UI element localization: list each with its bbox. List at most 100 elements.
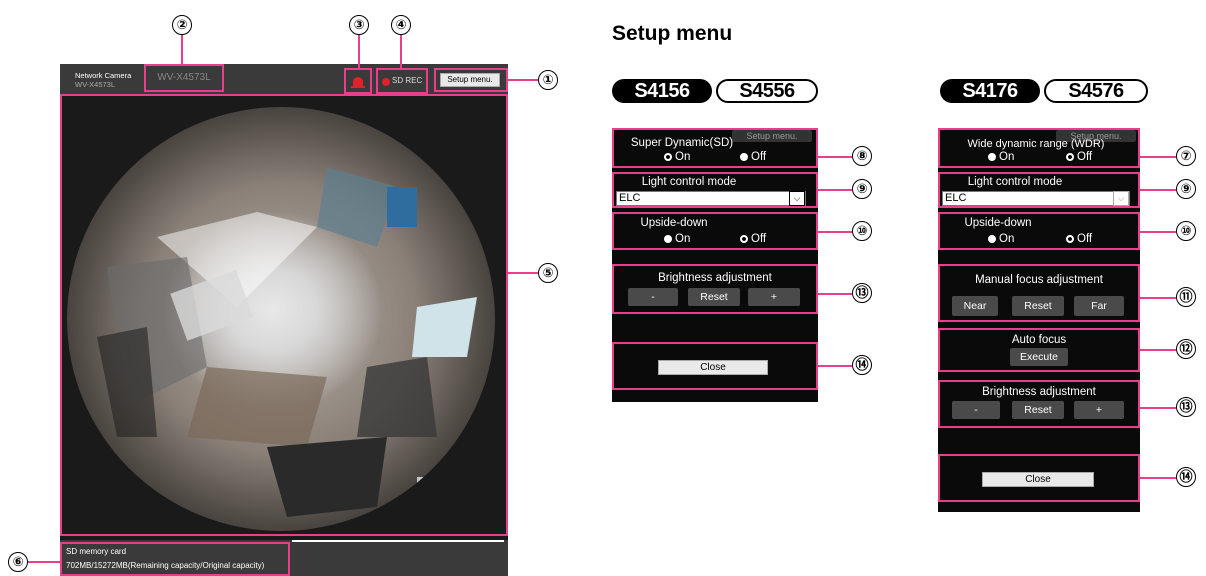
wdr-on-radio[interactable]: On — [988, 151, 1014, 163]
callout-1: ① — [538, 70, 558, 90]
right-brightness-reset-button[interactable]: Reset — [1012, 401, 1064, 419]
brightness-minus-button[interactable]: - — [628, 288, 678, 306]
leader-14-right — [1140, 477, 1176, 479]
wdr-off-label: Off — [1077, 151, 1093, 163]
right-brightness-plus-button[interactable]: + — [1074, 401, 1124, 419]
sd-bar-divider — [292, 540, 504, 542]
upside-on-label: On — [675, 233, 691, 245]
wdr-on-label: On — [999, 151, 1015, 163]
wdr-off-radio[interactable]: Off — [1066, 151, 1092, 163]
callout-2: ② — [172, 15, 192, 35]
callout-5: ⑤ — [538, 263, 558, 283]
close-button[interactable]: Close — [658, 360, 768, 375]
callout-6: ⑥ — [8, 552, 28, 572]
chevron-down-icon: ⌵ — [789, 191, 805, 206]
callout-14-left: ⑭ — [852, 355, 872, 375]
auto-focus-execute-button[interactable]: Execute — [1010, 348, 1068, 366]
leader-1 — [508, 79, 538, 81]
callout-10-right: ⑩ — [1176, 221, 1196, 241]
callout-3: ③ — [349, 15, 369, 35]
camera-brand: Network Camera WV-X4573L — [75, 71, 131, 89]
callout-9-left: ⑨ — [852, 179, 872, 199]
right-brightness-minus-button[interactable]: - — [952, 401, 1000, 419]
leader-14-left — [818, 365, 852, 367]
setup-menu-button[interactable]: Setup menu. — [440, 73, 500, 87]
upside-on-radio[interactable]: On — [664, 233, 690, 245]
manual-focus-title: Manual focus adjustment — [975, 274, 1103, 286]
callout-13-right: ⑬ — [1176, 397, 1196, 417]
upside-off-radio[interactable]: Off — [740, 233, 766, 245]
callout-9-right: ⑨ — [1176, 179, 1196, 199]
leader-13-left — [818, 293, 852, 295]
sd-off-radio[interactable]: Off — [740, 151, 766, 163]
right-upside-on-label: On — [999, 233, 1015, 245]
right-brightness-title: Brightness adjustment — [982, 386, 1096, 398]
leader-9-left — [818, 189, 852, 191]
right-upside-off-radio[interactable]: Off — [1066, 233, 1092, 245]
setup-heading: Setup menu — [612, 22, 733, 45]
brightness-plus-button[interactable]: + — [748, 288, 800, 306]
chevron-down-icon: ⌵ — [1113, 191, 1129, 206]
right-light-control-value: ELC — [945, 192, 967, 204]
right-light-control-select[interactable]: ELC ⌵ — [942, 191, 1130, 206]
auto-focus-title: Auto focus — [1011, 334, 1067, 346]
alarm-icon — [351, 77, 365, 88]
callout-13-left: ⑬ — [852, 283, 872, 303]
radio-unselected-icon — [988, 152, 996, 161]
brand-label: Network Camera — [75, 71, 132, 80]
leader-3 — [358, 35, 360, 69]
leader-5 — [508, 272, 538, 274]
leader-10-right — [1140, 231, 1176, 233]
fisheye-image — [67, 107, 495, 531]
callout-14-right: ⑭ — [1176, 467, 1196, 487]
leader-7 — [1140, 156, 1176, 158]
sd-rec-label: SD REC — [392, 76, 423, 85]
sd-card-capacity: 702MB/15272MB(Remaining capacity/Origina… — [66, 561, 265, 570]
fisheye-scene — [97, 167, 477, 517]
leader-13-right — [1140, 407, 1176, 409]
brightness-reset-button[interactable]: Reset — [688, 288, 740, 306]
radio-unselected-icon — [664, 234, 672, 243]
model-badge-s4156: S4156 — [612, 79, 712, 103]
radio-selected-icon — [1066, 152, 1074, 161]
sd-on-radio[interactable]: On — [664, 151, 690, 163]
callout-7: ⑦ — [1176, 146, 1196, 166]
sd-rec-indicator: SD REC — [376, 68, 428, 94]
upside-down-title: Upside-down — [640, 217, 708, 229]
radio-unselected-icon — [988, 234, 996, 243]
sd-off-label: Off — [751, 151, 767, 163]
callout-12: ⑫ — [1176, 339, 1196, 359]
focus-near-button[interactable]: Near — [952, 296, 998, 316]
radio-unselected-icon — [740, 152, 748, 161]
model-badge-s4176: S4176 — [940, 79, 1040, 103]
model-badge-s4576: S4576 — [1044, 79, 1148, 103]
leader-6 — [28, 561, 60, 563]
brightness-title: Brightness adjustment — [658, 272, 772, 284]
upside-off-label: Off — [751, 233, 767, 245]
model-name-box: WV-X4573L — [144, 64, 224, 92]
alarm-indicator-box[interactable] — [344, 68, 372, 94]
rec-dot-icon — [382, 78, 390, 86]
callout-4: ④ — [391, 15, 411, 35]
callout-10-left: ⑩ — [852, 221, 872, 241]
wdr-title: Wide dynamic range (WDR) — [967, 138, 1105, 150]
right-upside-on-radio[interactable]: On — [988, 233, 1014, 245]
model-badge-s4556: S4556 — [716, 79, 818, 103]
leader-2 — [181, 35, 183, 65]
light-control-value: ELC — [619, 192, 641, 204]
radio-selected-icon — [740, 234, 748, 243]
radio-selected-icon — [1066, 234, 1074, 243]
focus-reset-button[interactable]: Reset — [1012, 296, 1064, 316]
model-name: WV-X4573L — [157, 72, 211, 83]
focus-far-button[interactable]: Far — [1074, 296, 1124, 316]
right-upside-down-title: Upside-down — [964, 217, 1032, 229]
light-control-select[interactable]: ELC ⌵ — [616, 191, 806, 206]
radio-selected-icon — [664, 152, 672, 161]
leader-4 — [400, 35, 402, 69]
callout-8: ⑧ — [852, 146, 872, 166]
light-control-title: Light control mode — [641, 176, 737, 188]
sd-title: Super Dynamic(SD) — [630, 137, 734, 149]
leader-12 — [1140, 349, 1176, 351]
right-close-button[interactable]: Close — [982, 472, 1094, 487]
leader-11 — [1140, 297, 1176, 299]
